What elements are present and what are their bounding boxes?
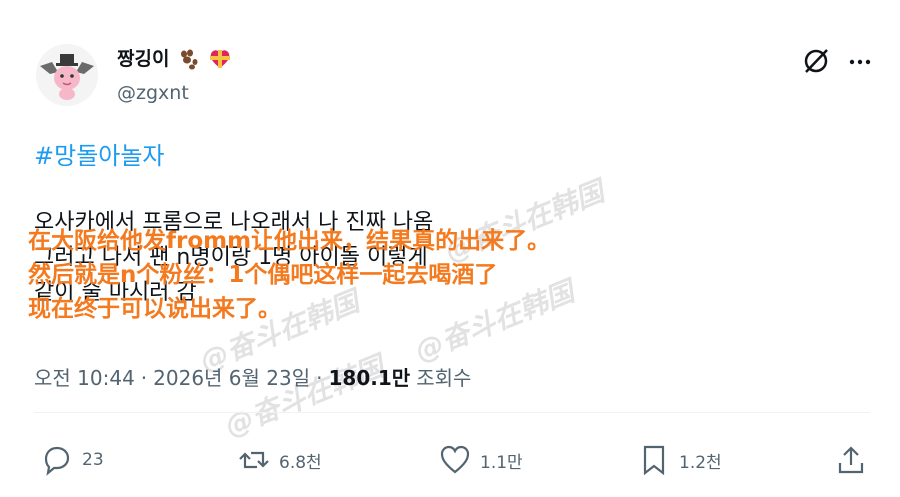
- heart-ribbon-icon: [207, 45, 233, 71]
- watermark: @奋斗在韩国: [220, 349, 389, 444]
- overlay-line: 在大阪给他发fromm让他出来，结果真的出来了。: [28, 228, 551, 254]
- views-count[interactable]: 180.1만: [329, 362, 411, 391]
- share-button[interactable]: [834, 436, 868, 484]
- hashtag-link[interactable]: #망돌아놀자: [34, 136, 165, 171]
- divider: [34, 412, 870, 413]
- more-options-icon[interactable]: [846, 48, 874, 76]
- repost-count: 6.8천: [279, 452, 322, 473]
- bookmark-icon: [643, 445, 665, 476]
- repost-button[interactable]: 6.8천: [237, 436, 322, 484]
- post-date[interactable]: 2026년 6월 23일: [153, 362, 310, 391]
- paw-prints-icon: [175, 45, 201, 71]
- heart-icon: [440, 445, 470, 474]
- overlay-line: 然后就是n个粉丝：1个偶吧这样一起去喝酒了: [28, 262, 498, 288]
- author-display-name[interactable]: 짱깅이: [117, 44, 169, 71]
- avatar[interactable]: [36, 44, 98, 106]
- translation-overlay: 在大阪给他发fromm让他出来，结果真的出来了。 然后就是n个粉丝：1个偶吧这样…: [28, 224, 550, 326]
- meta-separator: ·: [316, 366, 323, 390]
- post-meta: 오전 10:44 · 2026년 6월 23일 · 180.1만 조회수: [34, 362, 471, 391]
- reply-button[interactable]: 23: [40, 436, 104, 484]
- views-label: 조회수: [416, 366, 472, 390]
- like-button[interactable]: 1.1만: [438, 436, 523, 484]
- share-icon: [838, 446, 864, 474]
- like-count: 1.1만: [480, 452, 523, 473]
- reply-count: 23: [82, 450, 104, 470]
- grok-icon[interactable]: [800, 45, 832, 77]
- reply-icon: [44, 446, 70, 476]
- repost-icon: [239, 451, 269, 469]
- meta-separator: ·: [140, 366, 148, 390]
- bookmark-button[interactable]: 1.2천: [637, 436, 722, 484]
- overlay-line: 现在终于可以说出来了。: [28, 296, 281, 322]
- bookmark-count: 1.2천: [679, 452, 722, 473]
- bat-character-avatar-icon: [36, 44, 98, 106]
- author-handle[interactable]: @zgxnt: [117, 82, 189, 104]
- post-time[interactable]: 오전 10:44: [34, 362, 135, 391]
- action-bar: 23 6.8천 1.1만 1.2천: [0, 436, 900, 484]
- author-name-row[interactable]: 짱깅이: [117, 44, 233, 71]
